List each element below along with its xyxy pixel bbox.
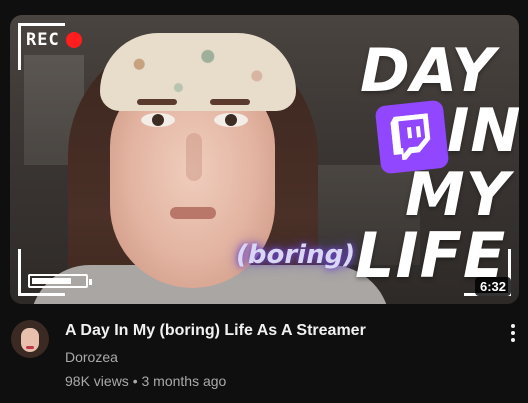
thumbnail-eye-left — [141, 113, 175, 127]
stats-separator: • — [132, 373, 138, 389]
channel-avatar[interactable] — [11, 320, 49, 358]
upload-age: 3 months ago — [141, 373, 227, 389]
thumbnail-nose — [186, 133, 202, 181]
battery-icon — [28, 274, 92, 288]
more-vertical-icon[interactable] — [503, 320, 523, 346]
twitch-glyph-icon — [390, 113, 431, 161]
viewfinder-corner-bottom-left — [18, 249, 65, 296]
thumbnail-text-in: IN — [447, 96, 519, 166]
thumbnail-text-my: MY — [405, 160, 511, 230]
kebab-dot — [511, 324, 515, 328]
thumbnail-eye-right — [214, 113, 248, 127]
video-thumbnail[interactable]: REC DAY IN MY (boring) LIFE 6:32 — [10, 15, 519, 304]
thumbnail-eyebrow-right — [210, 99, 250, 105]
thumbnail-mouth — [170, 207, 216, 219]
rec-dot-icon — [65, 32, 82, 48]
kebab-dot — [511, 331, 515, 335]
video-meta: A Day In My (boring) Life As A Streamer … — [65, 321, 488, 390]
video-stats: 98K views • 3 months ago — [65, 372, 488, 390]
battery-level-fill — [32, 278, 71, 284]
video-title[interactable]: A Day In My (boring) Life As A Streamer — [65, 321, 488, 341]
avatar-mouth — [26, 346, 34, 349]
thumbnail-eyebrow-left — [137, 99, 177, 105]
thumbnail-text-boring: (boring) — [236, 240, 356, 270]
rec-indicator: REC — [26, 30, 82, 50]
kebab-dot — [511, 338, 515, 342]
thumbnail-person-bandana — [100, 33, 296, 111]
thumbnail-text-day: DAY — [360, 36, 496, 106]
view-count: 98K views — [65, 373, 129, 389]
channel-name[interactable]: Dorozea — [65, 348, 488, 366]
video-card[interactable]: REC DAY IN MY (boring) LIFE 6:32 A Day I… — [0, 0, 528, 403]
rec-label: REC — [26, 30, 60, 50]
duration-badge: 6:32 — [474, 277, 511, 296]
